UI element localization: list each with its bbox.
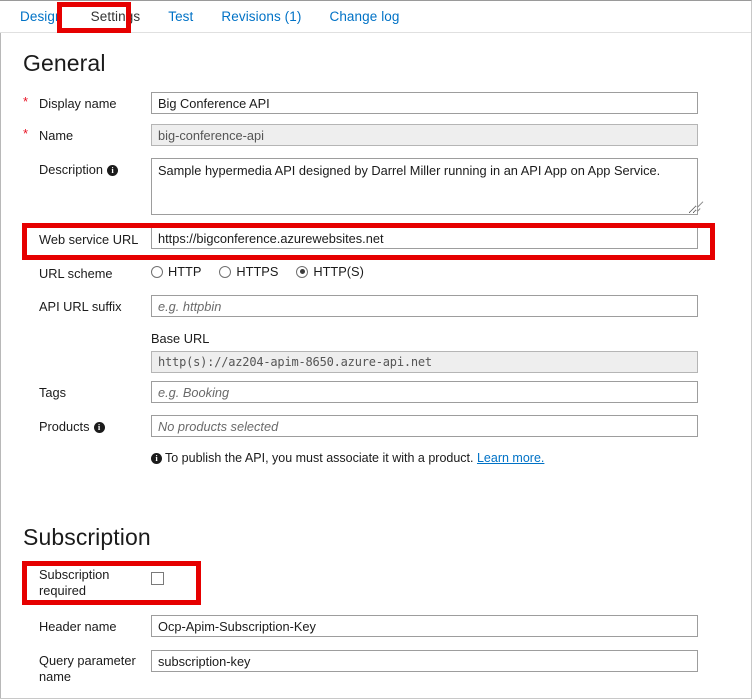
products-input[interactable] [151,415,698,437]
query-parameter-name-label-line2: name [39,669,72,684]
radio-dot-https [219,265,232,278]
api-url-suffix-label: API URL suffix [39,299,122,314]
subscription-required-label-line1: Subscription [39,567,110,582]
products-label-text: Products [39,419,90,434]
header-name-label: Header name [39,619,117,634]
display-name-input[interactable] [151,92,698,114]
radio-label-http: HTTP [168,264,202,279]
query-parameter-name-label-line1: Query parameter [39,653,136,668]
general-heading: General [23,50,106,76]
subscription-required-label-line2: required [39,583,86,598]
learn-more-link[interactable]: Learn more. [477,451,544,465]
info-icon-note: i [151,453,162,464]
tab-design[interactable]: Design [6,1,77,32]
query-parameter-name-label: Query parameter name [39,653,136,685]
name-input [151,124,698,146]
tab-revisions[interactable]: Revisions (1) [207,1,315,32]
name-label: Name [39,128,74,143]
radio-dot-http-s [296,265,309,278]
web-service-url-label: Web service URL [39,232,139,247]
display-name-required-indicator: * [23,94,29,109]
header-name-input[interactable] [151,615,698,637]
description-label: Description i [39,162,119,178]
web-service-url-input[interactable] [151,227,698,249]
settings-panel: General * Display name * Name Descriptio… [0,33,751,698]
info-icon-description[interactable]: i [107,165,119,176]
tab-settings[interactable]: Settings [77,1,155,32]
products-note-text: To publish the API, you must associate i… [165,451,474,465]
query-parameter-name-input[interactable] [151,650,698,672]
subscription-heading: Subscription [23,524,151,550]
name-required-indicator: * [23,126,29,141]
base-url-label: Base URL [151,331,210,346]
url-scheme-radio-group: HTTP HTTPS HTTP(S) [151,264,382,279]
tab-change-log[interactable]: Change log [315,1,413,32]
subscription-required-label: Subscription required [39,567,109,599]
info-icon-products[interactable]: i [93,422,105,433]
tags-label: Tags [39,385,67,400]
display-name-label: Display name [39,96,117,111]
tags-input[interactable] [151,381,698,403]
api-settings-screen: Design Settings Test Revisions (1) Chang… [0,0,752,699]
radio-option-http[interactable]: HTTP [151,264,201,279]
radio-option-http-s[interactable]: HTTP(S) [296,264,364,279]
radio-label-http-s: HTTP(S) [313,264,364,279]
subscription-required-checkbox[interactable] [151,572,164,585]
tab-test[interactable]: Test [154,1,207,32]
description-label-text: Description [39,162,104,177]
products-label: Products i [39,419,105,435]
products-note: i To publish the API, you must associate … [151,450,544,466]
radio-option-https[interactable]: HTTPS [219,264,278,279]
api-url-suffix-input[interactable] [151,295,698,317]
description-textarea[interactable] [151,158,698,215]
radio-label-https: HTTPS [236,264,279,279]
base-url-input [151,351,698,373]
tab-bar: Design Settings Test Revisions (1) Chang… [0,1,751,33]
url-scheme-label: URL scheme [39,266,113,281]
radio-dot-http [151,265,163,278]
